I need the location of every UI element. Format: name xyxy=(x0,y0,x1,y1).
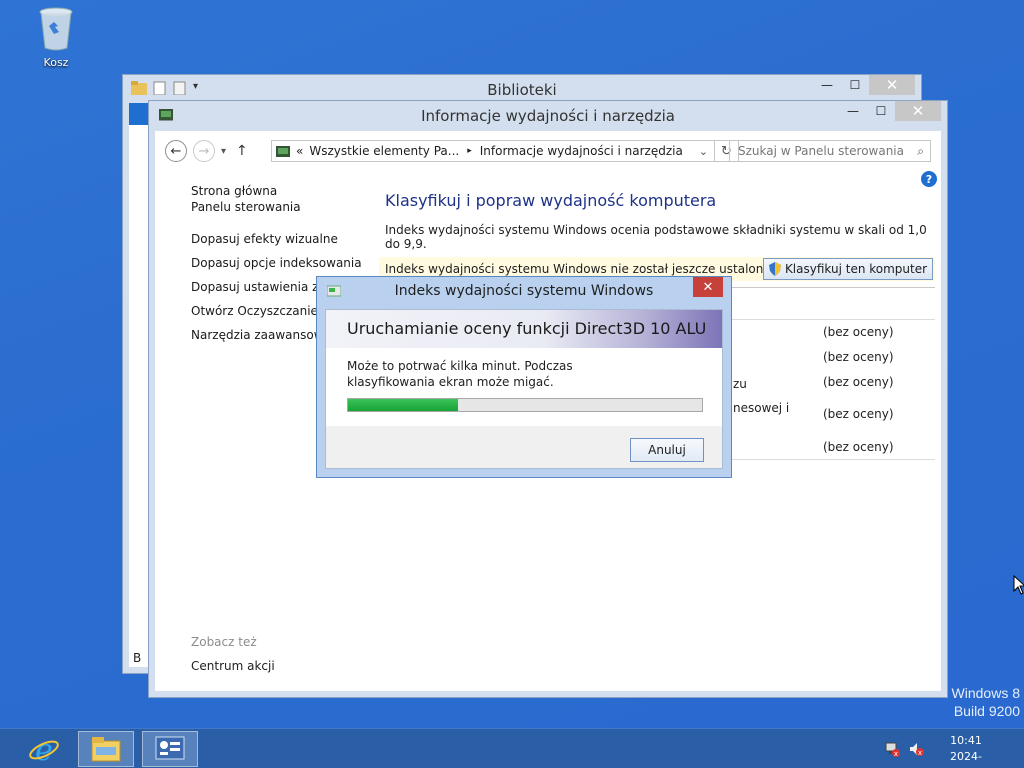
dialog-message: Może to potrwać kilka minut. Podczas kla… xyxy=(347,359,573,389)
windows-build-watermark: Windows 8 Build 9200 xyxy=(952,684,1020,720)
file-explorer-button[interactable] xyxy=(78,731,134,767)
progress-fill xyxy=(348,399,458,411)
close-button[interactable]: ✕ xyxy=(895,101,941,121)
mouse-cursor-icon xyxy=(1013,575,1024,595)
component-partial-label: zu xyxy=(733,377,747,391)
assessment-dialog[interactable]: Indeks wydajności systemu Windows ✕ Uruc… xyxy=(316,276,732,478)
dialog-close-button[interactable]: ✕ xyxy=(693,277,723,297)
table-divider xyxy=(731,319,935,320)
performance-title: Informacje wydajności i narzędzia xyxy=(421,107,675,125)
subscore-value: (bez oceny) xyxy=(823,350,894,364)
subscore-value: (bez oceny) xyxy=(823,325,894,339)
internet-explorer-icon: e xyxy=(29,733,59,765)
libraries-titlebar[interactable]: ▾ Biblioteki — ☐ ✕ xyxy=(123,75,921,103)
table-divider xyxy=(731,459,935,460)
back-arrow-icon[interactable]: ← xyxy=(165,140,187,162)
performance-caption-buttons: — ☐ ✕ xyxy=(839,101,941,121)
search-input[interactable]: Szukaj w Panelu sterowania ⌕ xyxy=(729,140,931,162)
file-explorer-icon xyxy=(91,737,121,762)
dialog-message-area: Może to potrwać kilka minut. Podczas kla… xyxy=(326,348,722,426)
taskbar: e x x 10:41 2024-12-10 xyxy=(0,728,1024,768)
close-button[interactable]: ✕ xyxy=(869,75,915,95)
watermark-line2: Build 9200 xyxy=(953,703,1020,719)
maximize-button[interactable]: ☐ xyxy=(841,75,869,95)
breadcrumb-current[interactable]: Informacje wydajności i narzędzia xyxy=(480,144,683,158)
rate-computer-button[interactable]: Klasyfikuj ten komputer xyxy=(763,258,933,280)
control-panel-icon xyxy=(276,145,290,157)
search-placeholder: Szukaj w Panelu sterowania xyxy=(738,144,904,158)
up-arrow-icon[interactable]: ↑ xyxy=(236,143,248,159)
forward-arrow-icon[interactable]: → xyxy=(193,140,215,162)
subscore-value: (bez oceny) xyxy=(823,375,894,389)
recycle-bin-shortcut[interactable]: Kosz xyxy=(28,6,84,69)
address-dropdown-icon[interactable]: ⌄ xyxy=(699,145,708,158)
clock-time: 10:41 xyxy=(950,734,982,747)
volume-muted-icon[interactable]: x xyxy=(908,741,924,757)
subscore-value: (bez oceny) xyxy=(823,407,894,421)
component-partial-label: nesowej i xyxy=(733,401,790,415)
network-icon[interactable]: x xyxy=(884,741,900,757)
control-panel-home-link[interactable]: Strona główna Panelu sterowania xyxy=(191,183,321,215)
dialog-body: Uruchamianie oceny funkcji Direct3D 10 A… xyxy=(325,309,723,469)
svg-text:x: x xyxy=(918,749,922,757)
minimize-button[interactable]: — xyxy=(839,101,867,121)
dialog-banner: Uruchamianie oceny funkcji Direct3D 10 A… xyxy=(326,310,722,348)
shield-icon xyxy=(768,262,781,276)
breadcrumb-separator[interactable]: ▸ xyxy=(467,146,472,156)
performance-titlebar[interactable]: Informacje wydajności i narzędzia — ☐ ✕ xyxy=(149,101,947,131)
navigation-bar: ← → ▾ ↑ « Wszystkie elementy Pa... ▸ Inf… xyxy=(165,139,931,163)
see-also-heading: Zobacz też xyxy=(191,635,257,649)
breadcrumb-all-items[interactable]: Wszystkie elementy Pa... xyxy=(309,144,459,158)
info-bar-text: Indeks wydajności systemu Windows nie zo… xyxy=(385,262,773,276)
page-description: Indeks wydajności systemu Windows ocenia… xyxy=(385,223,927,251)
libraries-partial-label: B xyxy=(133,651,142,665)
svg-text:e: e xyxy=(35,733,53,765)
control-panel-icon xyxy=(155,736,185,760)
dialog-title: Indeks wydajności systemu Windows xyxy=(394,283,654,299)
search-icon[interactable]: ⌕ xyxy=(917,144,924,159)
address-overflow[interactable]: « xyxy=(296,144,303,158)
system-clock[interactable]: 10:41 2024-12-10 xyxy=(950,733,982,768)
action-center-link[interactable]: Centrum akcji xyxy=(191,659,275,673)
libraries-caption-buttons: — ☐ ✕ xyxy=(813,75,915,95)
help-icon[interactable]: ? xyxy=(921,171,937,187)
internet-explorer-button[interactable]: e xyxy=(16,731,72,767)
task-visual-effects-label: Dopasuj efekty wizualne xyxy=(191,232,338,246)
assessment-status: Uruchamianie oceny funkcji Direct3D 10 A… xyxy=(347,319,707,338)
rate-computer-label: Klasyfikuj ten komputer xyxy=(784,262,928,276)
clock-date: 2024-12-10 xyxy=(950,750,982,768)
cancel-button[interactable]: Anuluj xyxy=(630,438,704,462)
recycle-bin-label: Kosz xyxy=(43,56,69,69)
task-indexing-options[interactable]: Dopasuj opcje indeksowania xyxy=(191,255,361,271)
control-panel-button[interactable] xyxy=(142,731,198,767)
page-title: Klasyfikuj i popraw wydajność komputera xyxy=(385,191,717,210)
assessment-progress-bar xyxy=(347,398,703,412)
minimize-button[interactable]: — xyxy=(813,75,841,95)
task-visual-effects[interactable]: Dopasuj efekty wizualne xyxy=(191,231,361,247)
maximize-button[interactable]: ☐ xyxy=(867,101,895,121)
recent-locations-icon[interactable]: ▾ xyxy=(221,146,226,157)
svg-text:x: x xyxy=(894,750,898,757)
address-bar[interactable]: « Wszystkie elementy Pa... ▸ Informacje … xyxy=(271,140,715,162)
libraries-title: Biblioteki xyxy=(487,81,557,99)
subscore-value: (bez oceny) xyxy=(823,440,894,454)
recycle-bin-icon xyxy=(37,6,75,52)
ribbon-file-tab[interactable] xyxy=(129,103,149,125)
watermark-line1: Windows 8 xyxy=(951,685,1020,701)
